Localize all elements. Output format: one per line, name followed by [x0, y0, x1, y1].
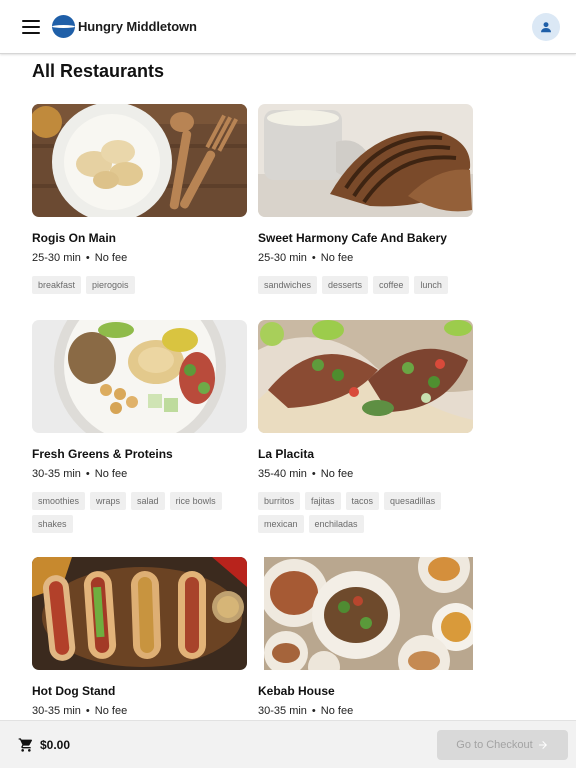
restaurant-list: All Restaurants Rogis On Main 25-30 min … — [0, 55, 576, 720]
delivery-fee: No fee — [320, 468, 354, 480]
delivery-info: 30-35 min • No fee — [258, 705, 473, 717]
cuisine-tag: enchiladas — [308, 515, 364, 533]
cuisine-tag: shakes — [32, 515, 73, 533]
delivery-time: 25-30 min — [32, 252, 81, 264]
separator-dot: • — [85, 252, 90, 264]
cuisine-tag: quesadillas — [384, 492, 442, 510]
app-header: Hungry Middletown — [0, 0, 576, 54]
app-title: Hungry Middletown — [78, 19, 197, 34]
cuisine-tag: coffee — [373, 276, 410, 294]
delivery-fee: No fee — [320, 252, 354, 264]
separator-dot: • — [311, 252, 316, 264]
cuisine-tag: sandwiches — [258, 276, 318, 294]
restaurant-card[interactable]: Fresh Greens & Proteins 30-35 min • No fee… — [32, 320, 247, 533]
restaurant-card[interactable]: La Placita 35-40 min • No fee burritos faj… — [258, 320, 473, 533]
tag-list: burritos fajitas tacos quesadillas mexic… — [258, 492, 473, 533]
cuisine-tag: wraps — [90, 492, 127, 510]
tag-list: sandwiches desserts coffee lunch — [258, 276, 473, 294]
restaurant-name: Sweet Harmony Cafe And Bakery — [258, 231, 447, 245]
separator-dot: • — [311, 705, 316, 717]
cuisine-tag: smoothies — [32, 492, 86, 510]
restaurant-card[interactable]: Hot Dog Stand 30-35 min • No fee — [32, 557, 247, 717]
restaurant-image — [32, 320, 247, 433]
separator-dot: • — [85, 468, 90, 480]
restaurant-image — [32, 104, 247, 217]
restaurant-name: Rogis On Main — [32, 231, 116, 245]
checkout-label: Go to Checkout — [456, 738, 533, 751]
account-button[interactable] — [532, 12, 560, 41]
delivery-time: 30-35 min — [258, 705, 307, 717]
delivery-fee: No fee — [94, 252, 128, 264]
cart-bar: $0.00 Go to Checkout — [0, 720, 576, 768]
delivery-info: 25-30 min • No fee — [258, 252, 473, 264]
delivery-info: 30-35 min • No fee — [32, 468, 247, 480]
restaurant-name: La Placita — [258, 447, 315, 461]
logo-icon — [52, 15, 75, 38]
restaurant-image — [258, 104, 473, 217]
restaurant-name: Kebab House — [258, 684, 335, 698]
tag-list: breakfast pierogois — [32, 276, 247, 294]
cuisine-tag: desserts — [322, 276, 369, 294]
restaurant-name: Fresh Greens & Proteins — [32, 447, 173, 461]
cuisine-tag: fajitas — [305, 492, 341, 510]
person-icon — [541, 21, 551, 32]
cart-total: $0.00 — [40, 737, 71, 752]
cuisine-tag: lunch — [414, 276, 448, 294]
arrow-right-icon — [538, 740, 547, 749]
restaurant-card[interactable]: Rogis On Main 25-30 min • No fee breakfast… — [32, 104, 247, 294]
menu-icon[interactable] — [22, 19, 40, 34]
restaurant-card[interactable]: Sweet Harmony Cafe And Bakery 25-30 min •… — [258, 104, 473, 294]
delivery-time: 30-35 min — [32, 468, 81, 480]
delivery-fee: No fee — [320, 705, 354, 717]
separator-dot: • — [311, 468, 316, 480]
restaurant-name: Hot Dog Stand — [32, 684, 116, 698]
cuisine-tag: pierogois — [86, 276, 135, 294]
cuisine-tag: burritos — [258, 492, 301, 510]
cuisine-tag: rice bowls — [169, 492, 222, 510]
delivery-fee: No fee — [94, 468, 128, 480]
page-title: All Restaurants — [32, 61, 165, 81]
restaurant-image — [264, 557, 473, 670]
tag-list: smoothies wraps salad rice bowls shakes — [32, 492, 247, 533]
restaurant-image — [32, 557, 247, 670]
delivery-fee: No fee — [94, 705, 128, 717]
delivery-time: 25-30 min — [258, 252, 307, 264]
separator-dot: • — [85, 705, 90, 717]
checkout-button[interactable]: Go to Checkout — [437, 729, 568, 760]
delivery-info: 35-40 min • No fee — [258, 468, 473, 480]
cuisine-tag: breakfast — [32, 276, 82, 294]
brand-link[interactable]: Hungry Middletown — [52, 15, 197, 38]
cuisine-tag: tacos — [345, 492, 380, 510]
cuisine-tag: salad — [131, 492, 165, 510]
restaurant-card[interactable]: Kebab House 30-35 min • No fee — [258, 557, 473, 717]
cart-icon — [18, 737, 33, 752]
delivery-time: 35-40 min — [258, 468, 307, 480]
delivery-time: 30-35 min — [32, 705, 81, 717]
restaurant-image — [258, 320, 473, 433]
delivery-info: 30-35 min • No fee — [32, 705, 247, 717]
cuisine-tag: mexican — [258, 515, 304, 533]
delivery-info: 25-30 min • No fee — [32, 252, 247, 264]
